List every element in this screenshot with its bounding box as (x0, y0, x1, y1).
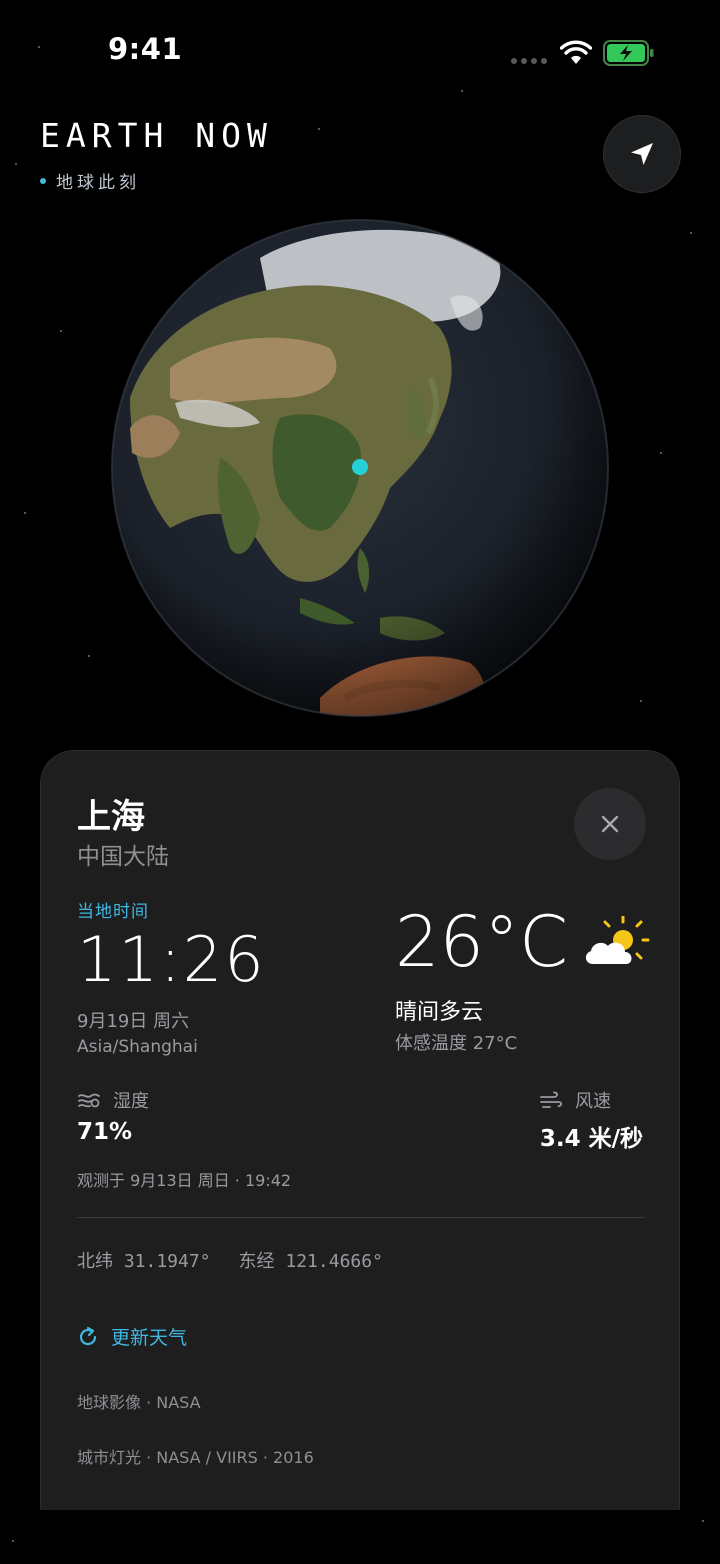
humidity-value: 71% (77, 1119, 133, 1145)
local-time-label: 当地时间 (77, 902, 149, 922)
close-icon (601, 815, 619, 833)
locate-button[interactable] (603, 115, 681, 193)
divider (77, 1217, 645, 1218)
earth-globe[interactable] (110, 218, 610, 718)
signal-icon (511, 58, 547, 64)
humidity-label: 湿度 (113, 1091, 149, 1112)
wind-label-row: 风速 (539, 1087, 611, 1113)
weather-condition: 晴间多云 (395, 1000, 484, 1025)
refresh-label[interactable]: 更新天气 (111, 1323, 187, 1350)
city-info-card: 上海 中国大陆 当地时间 11:26 9月19日 周六 Asia/Shangha… (40, 750, 680, 1510)
app-title: EARTH NOW (40, 116, 273, 155)
humidity-label-row: 湿度 (77, 1087, 149, 1113)
refresh-weather-button[interactable]: 更新天气 (77, 1323, 187, 1350)
accent-dot (40, 177, 46, 184)
local-date: 9月19日 周六 (77, 1011, 190, 1032)
region-name: 中国大陆 (77, 844, 169, 870)
wind-value: 3.4 米/秒 (539, 1126, 643, 1152)
refresh-icon (79, 1326, 97, 1345)
credit-city-lights: 城市灯光 · NASA / VIIRS · 2016 (77, 1448, 314, 1467)
feels-like: 体感温度 27°C (395, 1033, 518, 1054)
status-time: 9:41 (108, 32, 183, 66)
battery-charging-icon (603, 40, 654, 66)
wind-label: 风速 (575, 1091, 611, 1112)
local-time: 11:26 (77, 923, 266, 996)
app-subtitle: 地球此刻 (40, 168, 140, 193)
wind-icon (540, 1091, 563, 1108)
latitude: 北纬 31.1947° (77, 1251, 211, 1272)
temperature: 26°C (395, 901, 568, 983)
observation-time: 观测于 9月13日 周日 · 19:42 (77, 1171, 292, 1190)
humidity-icon (78, 1093, 100, 1108)
wifi-icon (560, 40, 592, 64)
credit-imagery: 地球影像 · NASA (77, 1393, 201, 1412)
city-name: 上海 (77, 797, 145, 837)
location-marker[interactable] (352, 459, 368, 475)
longitude: 东经 121.4666° (238, 1251, 383, 1272)
timezone: Asia/Shanghai (77, 1037, 198, 1057)
close-button[interactable] (574, 788, 646, 860)
coordinates: 北纬 31.1947° 东经 121.4666° (77, 1247, 383, 1273)
status-bar: 9:41 (0, 0, 720, 100)
app-subtitle-text: 地球此刻 (56, 173, 140, 193)
partly-sunny-icon (585, 916, 650, 964)
location-arrow-icon (631, 143, 653, 165)
